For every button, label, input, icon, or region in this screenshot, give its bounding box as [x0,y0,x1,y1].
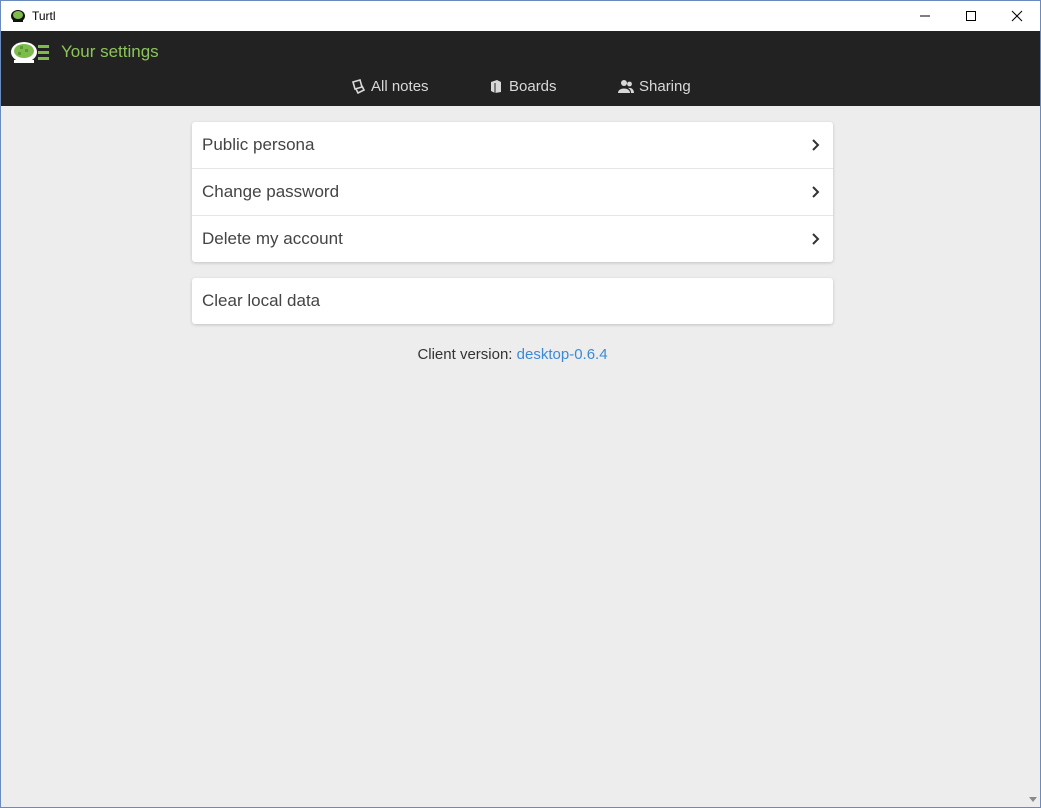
window-title: Turtl [32,9,56,23]
scroll-down-arrow-icon[interactable] [1028,795,1038,805]
window-controls [902,1,1040,31]
client-version: Client version: desktop-0.6.4 [192,346,833,363]
title-bar[interactable]: Turtl [1,1,1040,31]
settings-item-public-persona[interactable]: Public persona [192,122,833,169]
nav-boards[interactable]: Boards [488,78,557,95]
clear-local-data-label: Clear local data [202,291,321,310]
close-icon [1011,10,1023,22]
nav-label: Sharing [639,78,691,95]
page-title: Your settings [61,42,159,61]
chevron-right-icon [811,185,821,199]
turtle-menu-icon[interactable] [10,40,50,66]
version-link[interactable]: desktop-0.6.4 [517,346,608,363]
app-window: Turtl Your settings All notes Boards Sha… [0,0,1041,808]
settings-item-label: Public persona [202,135,315,154]
app-header: Your settings All notes Boards Sharing [1,31,1040,106]
minimize-button[interactable] [902,1,948,31]
chevron-right-icon [811,138,821,152]
settings-list: Public persona Change password Delete my… [192,122,833,262]
close-button[interactable] [994,1,1040,31]
nav-sharing[interactable]: Sharing [618,78,691,95]
chevron-right-icon [811,232,821,246]
turtle-app-icon [10,8,26,24]
nav-all-notes[interactable]: All notes [350,78,429,95]
settings-item-change-password[interactable]: Change password [192,169,833,216]
maximize-icon [966,11,976,21]
notes-icon [350,79,366,95]
clear-data-card: Clear local data [192,278,833,324]
maximize-button[interactable] [948,1,994,31]
settings-item-label: Delete my account [202,229,343,248]
boards-icon [488,79,504,95]
settings-item-label: Change password [202,182,340,201]
clear-local-data-button[interactable]: Clear local data [192,278,833,324]
version-label: Client version: [417,346,513,363]
sharing-icon [618,79,634,95]
settings-item-delete-account[interactable]: Delete my account [192,216,833,262]
minimize-icon [920,15,930,17]
main-nav: All notes Boards Sharing [1,78,1040,100]
nav-label: Boards [509,78,557,95]
nav-label: All notes [371,78,429,95]
